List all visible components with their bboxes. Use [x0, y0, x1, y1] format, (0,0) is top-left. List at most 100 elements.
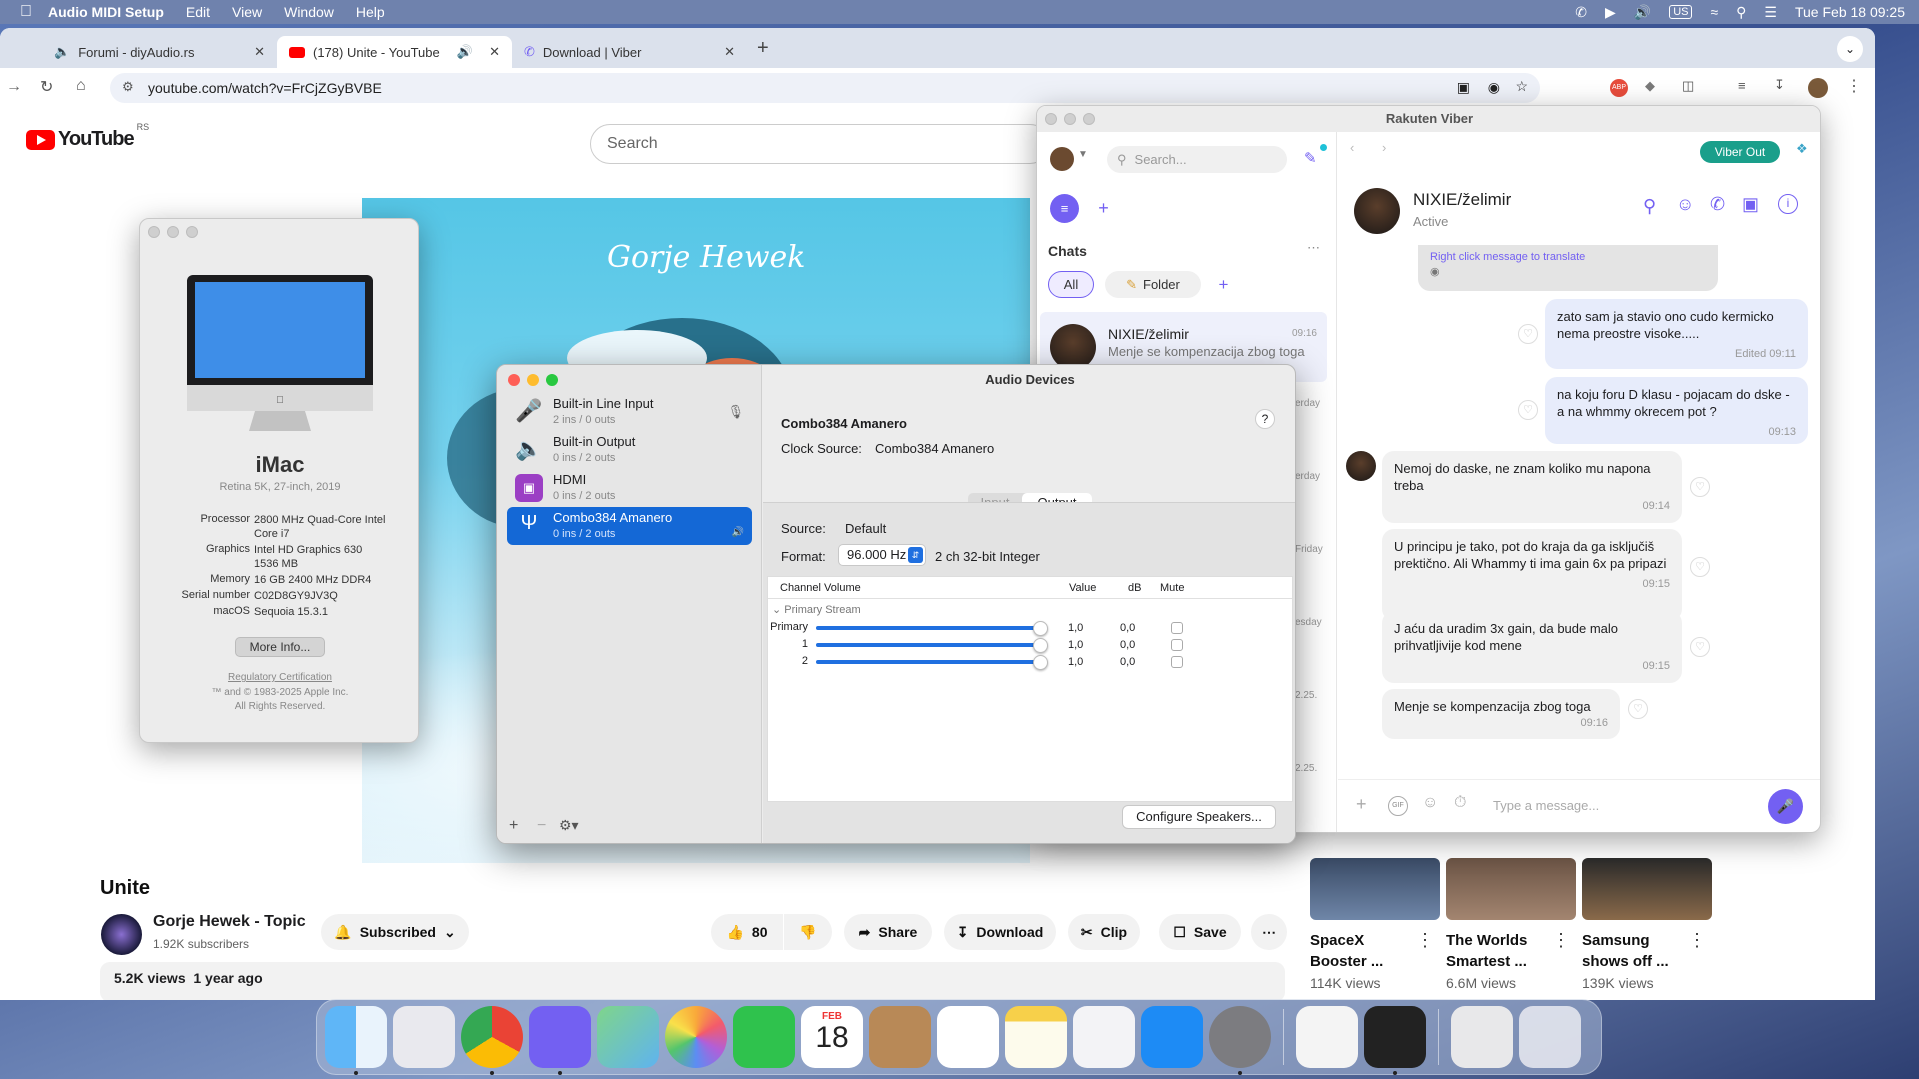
tab-viber-download[interactable]: ✆ Download | Viber ✕: [512, 36, 747, 68]
sticker-icon[interactable]: ☺: [1422, 794, 1438, 812]
like-heart-icon[interactable]: ♡: [1518, 324, 1538, 344]
clock-source-value[interactable]: Combo384 Amanero: [875, 441, 994, 456]
calendar-icon[interactable]: FEB 18: [801, 1006, 863, 1068]
description-box[interactable]: 5.2K views 1 year ago: [100, 962, 1285, 1000]
gear-icon[interactable]: ⚙▾: [559, 817, 579, 834]
freeform-icon[interactable]: [1073, 1006, 1135, 1068]
regulatory-link[interactable]: Regulatory Certification: [140, 672, 420, 683]
viber-icon[interactable]: [529, 1006, 591, 1075]
finder-icon[interactable]: [325, 1006, 387, 1075]
info-icon[interactable]: i: [1778, 194, 1798, 214]
menu-view[interactable]: View: [232, 4, 262, 20]
add-folder-icon[interactable]: +: [1210, 271, 1237, 298]
gif-icon[interactable]: GIF: [1388, 796, 1408, 816]
forward-icon[interactable]: →: [6, 78, 22, 96]
my-avatar[interactable]: [1050, 147, 1074, 171]
viber-status-icon[interactable]: ✆: [1575, 4, 1587, 21]
add-person-icon[interactable]: ☺: [1676, 194, 1694, 215]
more-icon[interactable]: ⋯: [1307, 240, 1320, 256]
source-value[interactable]: Default: [845, 521, 886, 536]
clip-button[interactable]: ✂ Clip: [1068, 914, 1140, 950]
forward-icon[interactable]: ›: [1382, 140, 1386, 155]
remove-device-icon[interactable]: −: [537, 817, 546, 835]
device-builtin-line-input[interactable]: 🎤 Built-in Line Input 2 ins / 0 outs 🎙: [507, 393, 752, 431]
facetime-icon[interactable]: [733, 1006, 795, 1068]
maps-icon[interactable]: [597, 1006, 659, 1068]
like-heart-icon[interactable]: ♡: [1518, 400, 1538, 420]
input-source-badge[interactable]: US: [1669, 5, 1693, 19]
volume-slider-knob[interactable]: [1033, 621, 1048, 636]
volume-slider[interactable]: [816, 626, 1041, 630]
system-settings-icon[interactable]: [1209, 1006, 1271, 1075]
device-builtin-output[interactable]: 🔈 Built-in Output 0 ins / 2 outs: [507, 431, 752, 469]
reading-list-icon[interactable]: ≡: [1738, 78, 1746, 93]
disclosure-chevron-icon[interactable]: ⌄: [772, 604, 781, 616]
pin-icon[interactable]: ❖: [1796, 141, 1808, 157]
clock[interactable]: Tue Feb 18 09:25: [1795, 4, 1905, 20]
message-bubble[interactable]: J aću da uradim 3x gain, da bude malo pr…: [1382, 611, 1682, 683]
mute-checkbox[interactable]: [1171, 656, 1183, 668]
eye-off-icon[interactable]: ◉: [1488, 79, 1500, 96]
close-button[interactable]: [148, 226, 160, 238]
youtube-search-input[interactable]: Search: [590, 124, 1050, 164]
recommendation-card[interactable]: Samsung shows off ... 139K views ⋮: [1582, 858, 1712, 991]
volume-icon[interactable]: 🔊: [1634, 4, 1651, 21]
downloads-stack-icon[interactable]: [1451, 1006, 1513, 1068]
mute-checkbox[interactable]: [1171, 639, 1183, 651]
chrome-icon[interactable]: [461, 1006, 523, 1075]
viber-search-input[interactable]: ⚲ Search...: [1107, 146, 1287, 173]
extensions-puzzle-icon[interactable]: ◫: [1682, 78, 1694, 94]
message-bubble[interactable]: na koju foru D klasu - pojacam do dske -…: [1545, 377, 1808, 444]
menu-app-name[interactable]: Audio MIDI Setup: [48, 4, 164, 20]
notes-icon[interactable]: [1005, 1006, 1067, 1068]
install-app-icon[interactable]: ▣: [1457, 79, 1470, 96]
more-icon[interactable]: ⋮: [1552, 930, 1570, 951]
textedit-icon[interactable]: [1296, 1006, 1358, 1068]
photos-icon[interactable]: [665, 1006, 727, 1068]
profile-avatar[interactable]: [1808, 78, 1828, 98]
minimize-button[interactable]: [1064, 113, 1076, 125]
spotlight-icon[interactable]: ⚲: [1736, 4, 1746, 21]
site-info-icon[interactable]: ⚙: [122, 79, 134, 95]
message-bubble[interactable]: zato sam ja stavio ono cudo kermicko nem…: [1545, 299, 1808, 369]
menu-help[interactable]: Help: [356, 4, 385, 20]
zoom-button[interactable]: [546, 374, 558, 386]
apple-menu-icon[interactable]: : [20, 3, 32, 21]
message-bubble[interactable]: Menje se kompenzacija zbog toga 09:16: [1382, 689, 1620, 739]
timer-icon[interactable]: ⏱: [1454, 794, 1466, 812]
attach-plus-icon[interactable]: +: [1356, 794, 1367, 815]
format-rate-select[interactable]: 96.000 Hz ⇵: [839, 545, 925, 565]
message-bubble[interactable]: U principu je tako, pot do kraja da ga i…: [1382, 529, 1682, 621]
bookmark-star-icon[interactable]: ☆: [1515, 78, 1528, 95]
close-button[interactable]: [508, 374, 520, 386]
like-heart-icon[interactable]: ♡: [1690, 557, 1710, 577]
like-heart-icon[interactable]: ♡: [1690, 637, 1710, 657]
volume-slider-knob[interactable]: [1033, 638, 1048, 653]
call-icon[interactable]: ✆: [1710, 194, 1725, 215]
youtube-logo[interactable]: YouTube RS: [26, 122, 149, 151]
recommendation-card[interactable]: The Worlds Smartest ... 6.6M views ⋮: [1446, 858, 1576, 991]
search-icon[interactable]: ⚲: [1643, 196, 1656, 217]
zoom-button[interactable]: [186, 226, 198, 238]
minimize-button[interactable]: [527, 374, 539, 386]
contact-avatar[interactable]: [1354, 188, 1400, 234]
chrome-menu-icon[interactable]: ⋮: [1846, 76, 1862, 96]
tab-diyaudio[interactable]: 🔈 Forumi - diyAudio.rs ✕: [42, 36, 277, 68]
more-actions-button[interactable]: ⋯: [1251, 914, 1287, 950]
contacts-icon[interactable]: [869, 1006, 931, 1068]
more-icon[interactable]: ⋮: [1416, 930, 1434, 951]
wifi-icon[interactable]: ≈: [1710, 4, 1718, 20]
tab-youtube[interactable]: (178) Unite - YouTube 🔊 ✕: [277, 36, 512, 68]
chats-filter-icon[interactable]: ≡: [1050, 194, 1079, 223]
back-icon[interactable]: ‹: [1350, 140, 1354, 155]
filter-folder-chip[interactable]: ✎ Folder: [1105, 271, 1201, 298]
more-info-button[interactable]: More Info...: [235, 637, 325, 657]
mute-checkbox[interactable]: [1171, 622, 1183, 634]
close-button[interactable]: [1045, 113, 1057, 125]
new-tab-icon[interactable]: +: [757, 37, 769, 60]
add-device-icon[interactable]: +: [509, 817, 518, 835]
control-center-icon[interactable]: ☰: [1764, 4, 1777, 21]
close-tab-icon[interactable]: ✕: [254, 44, 265, 60]
menu-edit[interactable]: Edit: [186, 4, 210, 20]
adblock-icon[interactable]: ABP: [1610, 79, 1628, 97]
